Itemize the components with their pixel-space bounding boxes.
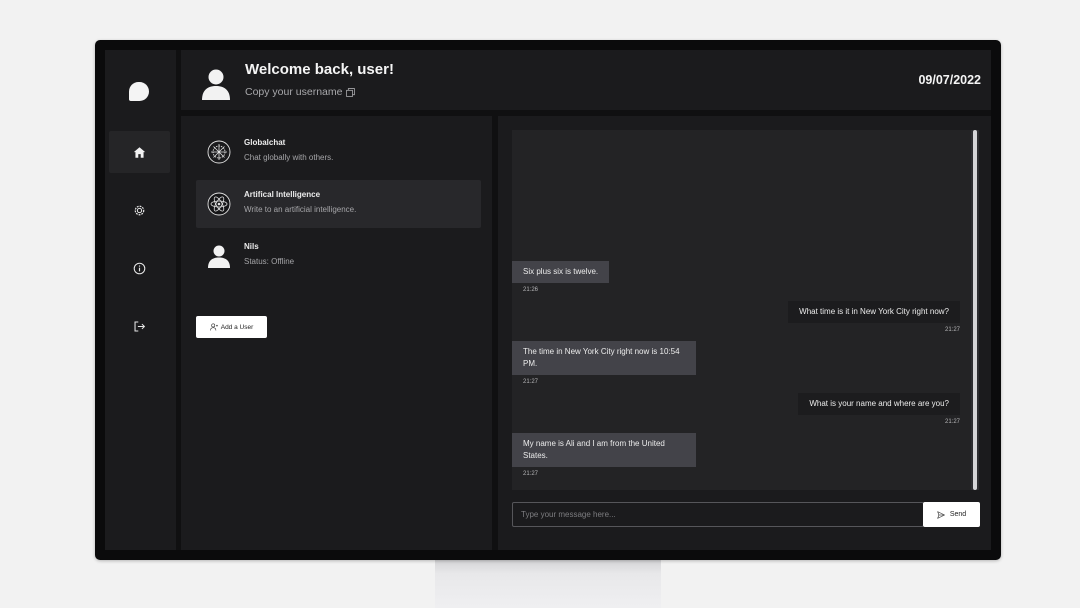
message-bubble-user: What time is it in New York City right n… (788, 301, 960, 323)
chat-name: Nils (244, 242, 259, 251)
current-date: 09/07/2022 (918, 73, 981, 87)
sidebar (105, 50, 176, 550)
message-list[interactable]: Six plus six is twelve. 21:26 What time … (512, 130, 979, 490)
chat-item-globalchat[interactable]: Globalchat Chat globally with others. (196, 128, 481, 176)
ai-icon (207, 192, 231, 216)
header: Welcome back, user! Copy your username 0… (181, 50, 991, 110)
logout-icon (134, 321, 146, 331)
message-time: 21:26 (523, 287, 539, 293)
monitor-frame: Welcome back, user! Copy your username 0… (95, 40, 1001, 560)
message-bubble-bot: My name is Ali and I am from the United … (512, 433, 696, 467)
app-logo (129, 82, 149, 101)
send-icon (937, 510, 945, 519)
user-avatar-icon (202, 69, 230, 100)
chat-item-artificial-intelligence[interactable]: Artifical Intelligence Write to an artif… (196, 180, 481, 228)
chat-subtitle: Status: Offline (244, 257, 295, 266)
message-time: 21:27 (944, 327, 960, 333)
app-screen: Welcome back, user! Copy your username 0… (105, 50, 991, 550)
add-user-label: Add a User (220, 323, 254, 331)
message-bubble-user: What is your name and where are you? (798, 393, 960, 415)
conversation-panel: Six plus six is twelve. 21:26 What time … (498, 116, 991, 550)
gear-icon (134, 205, 145, 215)
sidebar-item-logout[interactable] (109, 305, 170, 347)
chat-name: Artifical Intelligence (244, 190, 321, 199)
copy-icon (346, 87, 356, 97)
chat-list: Globalchat Chat globally with others. Ar… (181, 116, 492, 550)
sidebar-item-home[interactable] (109, 131, 170, 173)
copy-username-label: Copy your username (245, 86, 343, 98)
chat-subtitle: Chat globally with others. (244, 153, 334, 162)
message-bubble-bot: The time in New York City right now is 1… (512, 341, 696, 375)
message-bubble-bot: Six plus six is twelve. (512, 261, 610, 283)
copy-username-button[interactable]: Copy your username (245, 86, 356, 98)
scrollbar-thumb[interactable] (973, 130, 977, 490)
home-icon (133, 146, 146, 158)
chat-name: Globalchat (244, 138, 286, 147)
sidebar-item-info[interactable] (109, 247, 170, 289)
message-time: 21:27 (523, 379, 539, 385)
welcome-title: Welcome back, user! (245, 61, 394, 78)
monitor-stand (435, 556, 661, 608)
message-time: 21:27 (523, 471, 539, 477)
send-button[interactable]: Send (923, 502, 980, 527)
sidebar-item-settings[interactable] (109, 189, 170, 231)
add-user-button[interactable]: Add a User (196, 316, 267, 338)
message-input[interactable] (512, 502, 924, 527)
send-label: Send (949, 511, 967, 518)
chat-subtitle: Write to an artificial intelligence. (244, 205, 357, 214)
info-icon (133, 262, 146, 274)
globe-icon (207, 140, 231, 164)
user-avatar-icon (208, 245, 230, 268)
message-time: 21:27 (944, 419, 960, 425)
add-user-icon (209, 323, 218, 331)
message-scrollbar[interactable] (971, 130, 979, 490)
chat-item-nils[interactable]: Nils Status: Offline (196, 232, 481, 280)
message-composer: Send (512, 502, 980, 527)
